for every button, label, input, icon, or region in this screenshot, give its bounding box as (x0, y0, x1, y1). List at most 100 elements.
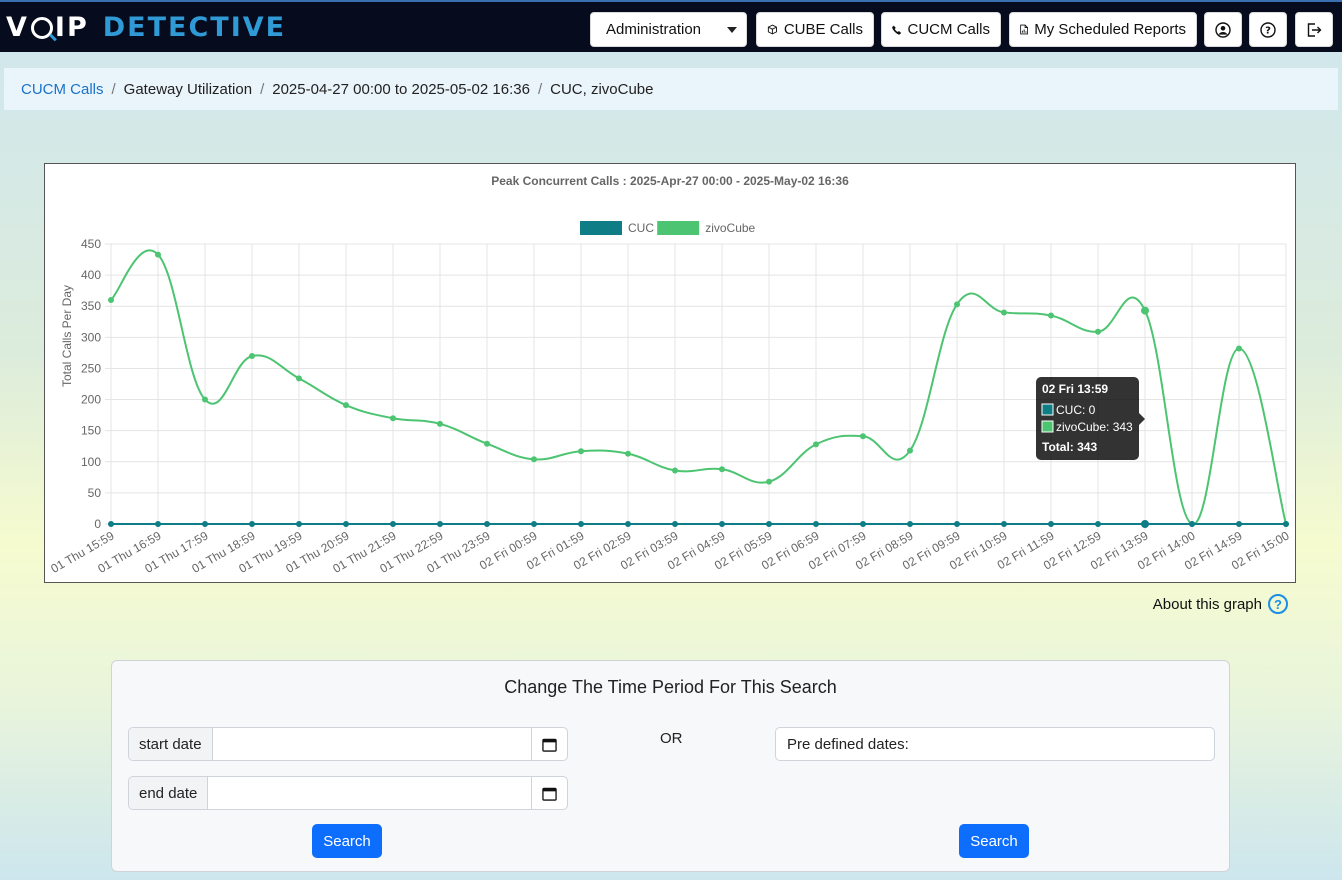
start-date-input[interactable] (212, 728, 531, 760)
data-point-cuc[interactable] (1236, 521, 1242, 527)
legend-label-zivocube[interactable]: zivoCube (705, 221, 755, 235)
data-point-zivocube[interactable] (860, 433, 866, 440)
data-point-cuc[interactable] (625, 521, 631, 527)
cube-calls-label: CUBE Calls (783, 21, 863, 38)
phone-icon (892, 25, 901, 35)
my-scheduled-reports-label: My Scheduled Reports (1034, 21, 1186, 38)
data-point-zivocube[interactable] (1141, 306, 1149, 315)
breadcrumb-item-gateway-utilization: Gateway Utilization (123, 80, 253, 98)
data-point-cuc[interactable] (343, 521, 349, 527)
data-point-zivocube[interactable] (249, 353, 255, 359)
search-button-predefined-dates[interactable]: Search (959, 824, 1029, 858)
about-this-graph-label: About this graph (1152, 595, 1262, 613)
data-point-zivocube[interactable] (1048, 312, 1054, 319)
chart-panel: Peak Concurrent Calls : 2025-Apr-27 00:0… (44, 163, 1296, 583)
data-point-cuc[interactable] (719, 521, 725, 527)
cube-calls-button[interactable]: CUBE Calls (756, 12, 874, 47)
breadcrumb-separator: / (111, 80, 116, 98)
data-point-zivocube[interactable] (1001, 309, 1007, 316)
end-date-input[interactable] (208, 777, 531, 809)
about-this-graph[interactable]: About this graph ? (1153, 594, 1288, 614)
predefined-dates-select[interactable]: Pre defined dates: (775, 727, 1215, 761)
breadcrumb-link-cucm-calls[interactable]: CUCM Calls (21, 81, 104, 98)
chart-tooltip: 02 Fri 13:59 CUC: 0 zivoCube: 343 Total: 34… (1036, 377, 1145, 460)
data-point-cuc[interactable] (390, 521, 396, 527)
data-point-zivocube[interactable] (719, 466, 725, 473)
administration-dropdown-button[interactable]: Administration (590, 12, 747, 47)
calendar-icon (542, 738, 557, 752)
voip-detective-logo[interactable]: V IP DETECTIVE (6, 8, 286, 46)
user-profile-button[interactable] (1204, 12, 1242, 47)
administration-label: Administration (605, 21, 702, 38)
data-point-cuc[interactable] (202, 521, 208, 527)
data-point-zivocube[interactable] (672, 467, 678, 474)
data-point-cuc[interactable] (437, 521, 443, 527)
question-circle-icon[interactable]: ? (1268, 594, 1288, 614)
y-tick-label: 200 (81, 393, 101, 407)
data-point-cuc[interactable] (1048, 521, 1054, 527)
data-point-zivocube[interactable] (625, 450, 631, 457)
data-point-zivocube[interactable] (202, 396, 208, 403)
data-point-zivocube[interactable] (907, 447, 913, 454)
data-point-cuc[interactable] (954, 521, 960, 527)
data-point-zivocube[interactable] (390, 415, 396, 422)
data-point-zivocube[interactable] (155, 251, 161, 258)
chevron-down-icon (727, 26, 738, 33)
svg-text:?: ? (1265, 25, 1271, 36)
data-point-cuc[interactable] (1283, 521, 1289, 527)
data-point-cuc[interactable] (296, 521, 302, 527)
data-point-cuc[interactable] (155, 521, 161, 527)
my-scheduled-reports-button[interactable]: My Scheduled Reports (1009, 12, 1197, 47)
data-point-cuc[interactable] (531, 521, 537, 527)
y-tick-label: 0 (94, 517, 101, 531)
data-point-cuc[interactable] (108, 521, 114, 527)
cube-icon (767, 24, 777, 35)
data-point-zivocube[interactable] (1095, 328, 1101, 335)
user-icon (1215, 21, 1231, 38)
data-point-cuc[interactable] (1095, 521, 1101, 527)
logout-icon (1307, 22, 1322, 37)
legend-swatch-zivocube[interactable] (657, 221, 700, 235)
y-tick-label: 350 (81, 299, 101, 313)
data-point-cuc[interactable] (249, 521, 255, 527)
top-navbar: V IP DETECTIVE Administration CUBE Calls … (0, 0, 1342, 52)
or-divider-text: OR (660, 730, 683, 747)
data-point-cuc[interactable] (578, 521, 584, 527)
data-point-zivocube[interactable] (484, 440, 490, 447)
data-point-zivocube[interactable] (296, 375, 302, 382)
data-point-cuc[interactable] (1001, 521, 1007, 527)
end-date-calendar-button[interactable] (531, 777, 567, 809)
breadcrumb-separator: / (537, 80, 543, 98)
data-point-zivocube[interactable] (343, 402, 349, 409)
data-point-cuc[interactable] (672, 521, 678, 527)
data-point-cuc[interactable] (813, 521, 819, 527)
data-point-cuc[interactable] (766, 521, 772, 527)
y-tick-label: 100 (81, 455, 101, 469)
cucm-calls-button[interactable]: CUCM Calls (881, 12, 1001, 47)
data-point-zivocube[interactable] (578, 448, 584, 455)
logout-button[interactable] (1295, 12, 1333, 47)
predefined-dates-label: Pre defined dates: (787, 735, 909, 753)
help-button[interactable]: ? (1249, 12, 1287, 47)
breadcrumb: CUCM Calls / Gateway Utilization / 2025-… (4, 68, 1338, 110)
data-point-zivocube[interactable] (531, 456, 537, 463)
search-button-custom-dates[interactable]: Search (312, 824, 382, 858)
data-point-zivocube[interactable] (437, 420, 443, 427)
data-point-zivocube[interactable] (766, 478, 772, 485)
tooltip-line-zivocube: zivoCube: 343 (1056, 420, 1133, 434)
data-point-zivocube[interactable] (954, 301, 960, 308)
data-point-cuc[interactable] (1141, 520, 1149, 528)
data-point-zivocube[interactable] (108, 297, 114, 303)
data-point-zivocube[interactable] (1236, 345, 1242, 352)
data-point-cuc[interactable] (907, 521, 913, 527)
legend-label-cuc[interactable]: CUC (628, 221, 654, 235)
breadcrumb-separator: / (260, 80, 265, 98)
data-point-cuc[interactable] (860, 521, 866, 527)
data-point-cuc[interactable] (1189, 521, 1195, 527)
end-date-group: end date (128, 776, 568, 810)
legend-swatch-cuc[interactable] (580, 221, 622, 235)
data-point-cuc[interactable] (484, 521, 490, 527)
y-tick-label: 150 (81, 424, 101, 438)
start-date-calendar-button[interactable] (531, 728, 567, 760)
data-point-zivocube[interactable] (813, 441, 819, 448)
